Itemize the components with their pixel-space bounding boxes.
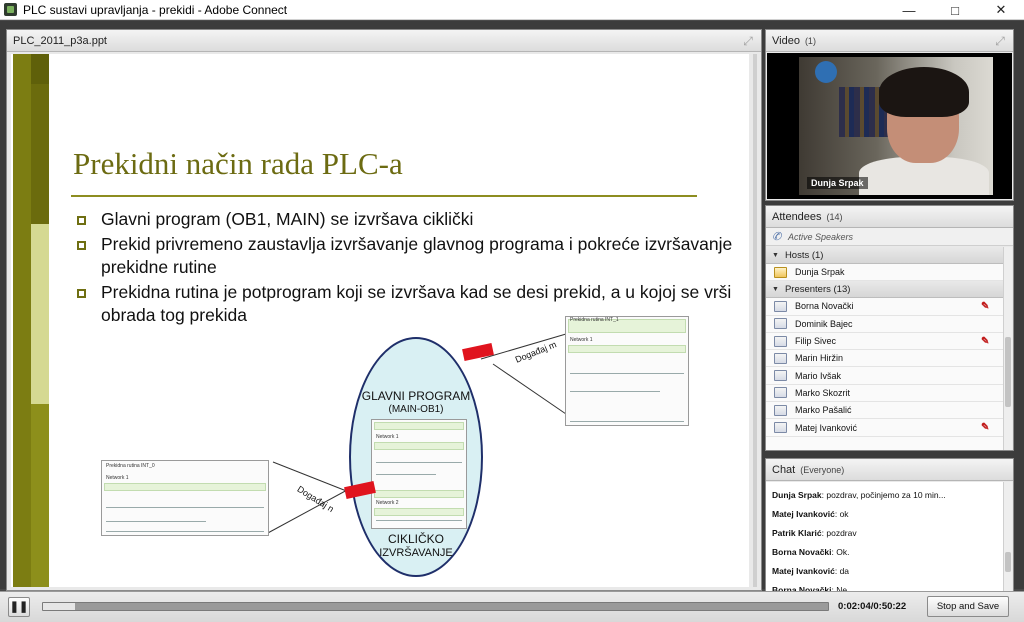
scrollbar-thumb[interactable]	[1005, 552, 1011, 572]
hosts-group-header[interactable]: ▼ Hosts (1)	[766, 247, 1003, 264]
chat-messages: Dunja Srpak: pozdrav, počinjemo za 10 mi…	[766, 482, 1003, 607]
fullscreen-icon[interactable]: ⤢	[993, 34, 1007, 48]
attendees-pod: Attendees (14) ✆ Active Speakers ▼ Hosts …	[765, 205, 1014, 451]
presenter-icon	[774, 387, 787, 399]
video-count: (1)	[804, 35, 816, 46]
video-area: Dunja Srpak	[767, 53, 1012, 199]
cyclic-label-2: IZVRŠAVANJE	[379, 547, 453, 559]
cyclic-label-1: CIKLIČKO	[387, 532, 444, 546]
attendee-list: ▼ Hosts (1) Dunja Srpak ▼ Presenters (13) …	[766, 247, 1003, 450]
video-pod-title: Video	[772, 34, 800, 47]
main-program-label: GLAVNI PROGRAM	[361, 389, 471, 403]
presentation-slide: Prekidni način rada PLC-a Glavni program…	[11, 54, 749, 587]
interrupt-routine-left-thumbnail: Prekidna rutina INT_0 Network 1	[101, 460, 269, 536]
attendee-row[interactable]: Dominik Bajec	[766, 315, 1003, 333]
playback-progress-fill	[43, 603, 76, 610]
attendee-row[interactable]: Marko Skozrit	[766, 384, 1003, 403]
share-pod: PLC_2011_p3a.ppt ⤢ Prekidni način rada P…	[6, 29, 762, 591]
close-button[interactable]: ✕	[978, 0, 1024, 20]
video-presenter-name: Dunja Srpak	[807, 177, 868, 189]
active-speakers-label: Active Speakers	[788, 231, 854, 242]
chat-message: Dunja Srpak: pozdrav, počinjemo za 10 mi…	[772, 490, 946, 500]
presenter-icon	[774, 352, 787, 364]
chat-message: Patrik Klarić: pozdrav	[772, 528, 857, 538]
globe-image	[815, 61, 837, 83]
phone-icon: ✆	[772, 231, 782, 243]
playback-progress-slider[interactable]	[42, 602, 829, 611]
microphone-icon: ✎	[981, 422, 990, 434]
share-scrollbar[interactable]	[753, 54, 757, 587]
attendee-row[interactable]: Borna Novački ✎	[766, 298, 1003, 316]
stop-and-save-button[interactable]: Stop and Save	[927, 596, 1009, 617]
presenter-icon	[774, 370, 787, 382]
meeting-stage: PLC_2011_p3a.ppt ⤢ Prekidni način rada P…	[0, 21, 1024, 608]
chat-scrollbar[interactable]	[1003, 482, 1012, 607]
video-pod-header: Video (1) ⤢	[766, 30, 1013, 52]
attendees-scrollbar[interactable]	[1003, 247, 1012, 450]
attendees-count: (14)	[826, 211, 843, 222]
presenter-hair	[879, 67, 969, 117]
main-program-ladder-thumbnail: Network 1 Network 2	[371, 419, 467, 529]
chat-pod: Chat (Everyone) Dunja Srpak: pozdrav, po…	[765, 458, 1014, 608]
chat-message: Matej Ivanković: ok	[772, 509, 849, 519]
adobe-connect-app-icon	[4, 3, 17, 16]
host-icon	[774, 266, 787, 278]
attendee-row[interactable]: Marin Hiržin	[766, 350, 1003, 368]
presenter-icon	[774, 300, 787, 312]
microphone-icon: ✎	[981, 301, 990, 313]
share-pod-header: PLC_2011_p3a.ppt ⤢	[7, 30, 761, 52]
window-title: PLC sustavi upravljanja - prekidi - Adob…	[23, 2, 288, 17]
fullscreen-icon[interactable]: ⤢	[741, 34, 755, 48]
presenter-icon	[774, 318, 787, 330]
webcam-feed: Dunja Srpak	[799, 57, 993, 195]
scrollbar-thumb[interactable]	[1005, 337, 1011, 407]
attendee-row[interactable]: Marko Pašalić	[766, 402, 1003, 420]
collapse-triangle-icon: ▼	[772, 285, 779, 293]
main-program-sublabel: (MAIN-OB1)	[388, 404, 444, 415]
attendee-row[interactable]: Matej Ivanković ✎	[766, 419, 1003, 437]
presenter-icon	[774, 422, 787, 434]
chat-message: Borna Novački: Ok.	[772, 547, 850, 557]
maximize-button[interactable]: □	[932, 0, 978, 20]
chat-message: Matej Ivanković: da	[772, 566, 850, 576]
microphone-icon: ✎	[981, 335, 990, 347]
pause-button[interactable]: ❚❚	[8, 597, 30, 617]
window-controls: — □ ✕	[886, 0, 1024, 20]
presenter-icon	[774, 404, 787, 416]
minimize-button[interactable]: —	[886, 0, 932, 20]
active-speakers-bar: ✆ Active Speakers	[766, 228, 1013, 246]
playback-bar: ❚❚ 0:02:04/0:50:22 Stop and Save	[0, 591, 1024, 622]
attendees-pod-header: Attendees (14)	[766, 206, 1013, 228]
interrupt-routine-right-thumbnail: Network 1 Prekidna rutina INT_1	[565, 316, 689, 426]
playback-time: 0:02:04/0:50:22	[838, 601, 907, 612]
attendees-pod-title: Attendees	[772, 210, 822, 223]
chat-pod-header: Chat (Everyone)	[766, 459, 1013, 481]
attendee-row[interactable]: Mario Ivšak	[766, 367, 1003, 385]
video-pod: Video (1) ⤢ Dunja Srpak	[765, 29, 1014, 201]
chat-scope: (Everyone)	[800, 464, 845, 475]
attendee-row[interactable]: Dunja Srpak	[766, 264, 1003, 282]
attendee-row[interactable]: Filip Sivec ✎	[766, 332, 1003, 351]
window-title-bar: PLC sustavi upravljanja - prekidi - Adob…	[0, 0, 1024, 20]
presenter-icon	[774, 335, 787, 347]
share-pod-title: PLC_2011_p3a.ppt	[13, 34, 107, 47]
collapse-triangle-icon: ▼	[772, 251, 779, 259]
chat-pod-title: Chat	[772, 463, 796, 476]
presenters-group-header[interactable]: ▼ Presenters (13)	[766, 281, 1003, 299]
